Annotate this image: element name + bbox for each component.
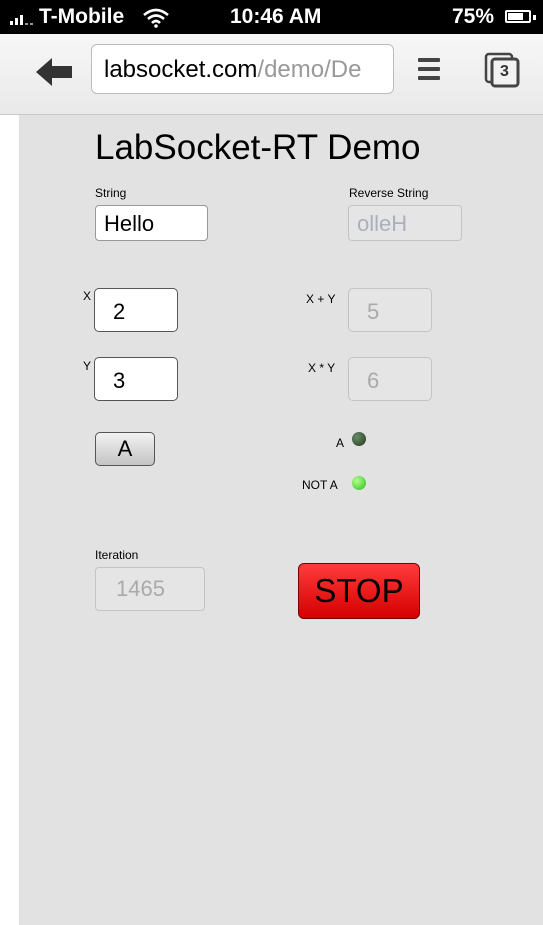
url-path: /demo/De [257,56,362,83]
y-input[interactable]: 3 [94,357,178,401]
x-input[interactable]: 2 [94,288,178,332]
led-not-a-label: NOT A [302,478,338,492]
iteration-field: 1465 [95,567,205,611]
x-plus-y-field: 5 [348,288,432,332]
led-a-indicator [352,432,366,446]
x-label: X [83,289,92,303]
carrier-name: T-Mobile [39,5,125,28]
reverse-string-field: olleH [348,205,462,241]
x-times-y-label: X * Y [308,361,336,375]
tab-count: 3 [500,63,509,80]
led-not-a-indicator [352,476,366,490]
menu-icon[interactable] [418,58,440,80]
string-input[interactable]: Hello [95,205,208,241]
signal-icon [10,11,34,25]
wifi-icon [143,8,169,28]
reverse-string-label: Reverse String [349,186,429,200]
battery-percent: 75% [452,5,495,28]
x-plus-y-label: X + Y [306,292,336,306]
a-button[interactable]: A [95,432,155,466]
page-title: LabSocket-RT Demo [95,128,421,167]
x-times-y-field: 6 [348,357,432,401]
string-label: String [95,186,127,200]
tabs-icon[interactable]: 3 [484,52,520,88]
y-label: Y [83,359,92,373]
iteration-label: Iteration [95,548,139,562]
led-a-label: A [336,436,345,450]
battery-icon [505,10,536,23]
clock: 10:46 AM [230,5,322,28]
back-arrow-icon[interactable] [34,56,74,88]
stop-button[interactable]: STOP [298,563,420,619]
address-bar[interactable]: labsocket.com/demo/De [91,44,394,94]
browser-toolbar: labsocket.com/demo/De 3 [0,34,543,115]
url-host: labsocket.com [104,56,258,83]
status-bar: T-Mobile 10:46 AM 75% [0,0,543,34]
